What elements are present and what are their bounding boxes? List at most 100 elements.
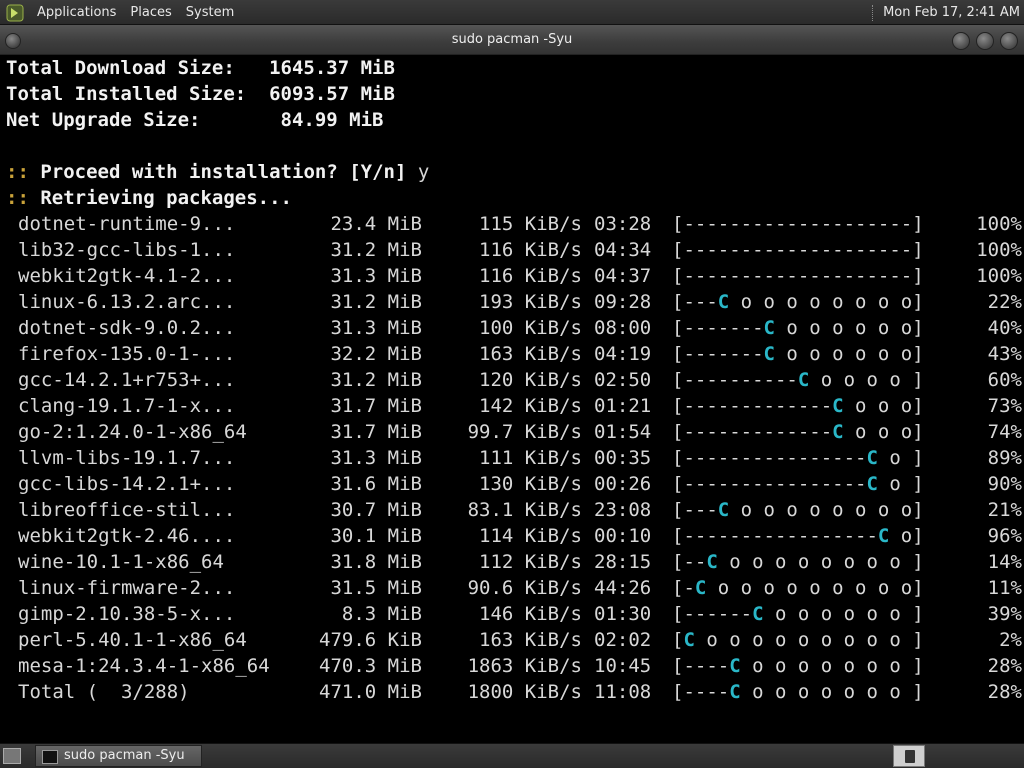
- package-size: 31.2 MiB: [330, 291, 422, 313]
- bottom-panel: sudo pacman -Syu: [0, 743, 1024, 768]
- download-speed: 90.6 KiB/s: [467, 577, 582, 599]
- package-size: 31.8 MiB: [330, 551, 422, 573]
- retrieving-text: Retrieving packages...: [40, 187, 293, 209]
- summary-line-download: Total Download Size: 1645.37 MiB: [6, 55, 1024, 81]
- package-name: firefox-135.0-1-...: [18, 343, 236, 365]
- download-row: wine-10.1-1-x86_64 31.8 MiB 112 KiB/s 28:15…: [6, 549, 1024, 575]
- clock[interactable]: Mon Feb 17, 2:41 AM: [883, 5, 1020, 20]
- terminal-icon: [42, 750, 58, 764]
- progress-bar: [----------------C o ]: [672, 447, 924, 469]
- package-name: mesa-1:24.3.4-1-x86_64: [18, 655, 270, 677]
- download-list: dotnet-runtime-9... 23.4 MiB 115 KiB/s 03:2…: [6, 211, 1024, 705]
- download-eta: 23:08: [594, 499, 652, 521]
- summary-line-net: Net Upgrade Size: 84.99 MiB: [6, 107, 1024, 133]
- download-row: llvm-libs-19.1.7... 31.3 MiB 111 KiB/s 00:3…: [6, 445, 1024, 471]
- package-size: 30.1 MiB: [330, 525, 422, 547]
- download-speed: 120 KiB/s: [479, 369, 582, 391]
- trash-icon[interactable]: [893, 745, 925, 767]
- download-eta: 04:34: [594, 239, 652, 261]
- download-eta: 03:28: [594, 213, 652, 235]
- download-row: linux-6.13.2.arc... 31.2 MiB 193 KiB/s 09:2…: [6, 289, 1024, 315]
- download-row: go-2:1.24.0-1-x86_64 31.7 MiB 99.7 KiB/s 01…: [6, 419, 1024, 445]
- progress-percent: 100%: [976, 213, 1022, 235]
- progress-percent: 22%: [987, 291, 1022, 313]
- progress-bar: [----------C o o o o ]: [672, 369, 924, 391]
- download-speed: 116 KiB/s: [479, 239, 582, 261]
- download-eta: 01:21: [594, 395, 652, 417]
- download-speed: 130 KiB/s: [479, 473, 582, 495]
- package-name: lib32-gcc-libs-1...: [18, 239, 236, 261]
- window-title: sudo pacman -Syu: [451, 32, 573, 47]
- package-name: go-2:1.24.0-1-x86_64: [18, 421, 247, 443]
- package-name: linux-6.13.2.arc...: [18, 291, 236, 313]
- summary-label: Net Upgrade Size:: [6, 109, 201, 131]
- progress-percent: 43%: [987, 343, 1022, 365]
- download-row: webkit2gtk-2.46.... 30.1 MiB 114 KiB/s 00:1…: [6, 523, 1024, 549]
- progress-percent: 2%: [999, 629, 1022, 651]
- package-size: 31.7 MiB: [330, 395, 422, 417]
- download-eta: 04:37: [594, 265, 652, 287]
- download-row: clang-19.1.7-1-x... 31.7 MiB 142 KiB/s 01:2…: [6, 393, 1024, 419]
- download-speed: 163 KiB/s: [479, 629, 582, 651]
- download-speed: 100 KiB/s: [479, 317, 582, 339]
- package-size: 31.7 MiB: [330, 421, 422, 443]
- package-name: webkit2gtk-4.1-2...: [18, 265, 236, 287]
- maximize-icon[interactable]: [976, 32, 994, 50]
- window-titlebar[interactable]: sudo pacman -Syu: [0, 25, 1024, 55]
- download-speed: 193 KiB/s: [479, 291, 582, 313]
- package-name: llvm-libs-19.1.7...: [18, 447, 236, 469]
- progress-percent: 28%: [987, 681, 1022, 703]
- panel-menus: Applications Places System: [6, 0, 241, 25]
- package-name: gcc-libs-14.2.1+...: [18, 473, 236, 495]
- package-name: dotnet-sdk-9.0.2...: [18, 317, 236, 339]
- top-panel: Applications Places System Mon Feb 17, 2…: [0, 0, 1024, 25]
- package-name: perl-5.40.1-1-x86_64: [18, 629, 247, 651]
- summary-value: 6093.57 MiB: [269, 83, 395, 105]
- app-logo-icon[interactable]: [6, 4, 24, 22]
- progress-bar: [-----------------C o]: [672, 525, 924, 547]
- close-icon[interactable]: [1000, 32, 1018, 50]
- download-speed: 115 KiB/s: [479, 213, 582, 235]
- package-size: 31.3 MiB: [330, 265, 422, 287]
- proceed-answer: y: [417, 161, 430, 183]
- download-row: lib32-gcc-libs-1... 31.2 MiB 116 KiB/s 04:3…: [6, 237, 1024, 263]
- download-row: gcc-14.2.1+r753+... 31.2 MiB 120 KiB/s 02:5…: [6, 367, 1024, 393]
- progress-percent: 60%: [987, 369, 1022, 391]
- download-speed: 1800 KiB/s: [467, 681, 582, 703]
- show-desktop-icon[interactable]: [3, 748, 21, 764]
- summary-value: 84.99 MiB: [280, 109, 384, 131]
- menu-applications[interactable]: Applications: [30, 0, 123, 25]
- progress-bar: [C o o o o o o o o o ]: [672, 629, 924, 651]
- package-size: 31.5 MiB: [330, 577, 422, 599]
- menu-places[interactable]: Places: [123, 0, 178, 25]
- download-eta: 01:30: [594, 603, 652, 625]
- download-eta: 00:35: [594, 447, 652, 469]
- package-name: gimp-2.10.38-5-x...: [18, 603, 236, 625]
- package-size: 31.2 MiB: [330, 239, 422, 261]
- summary-label: Total Download Size:: [6, 57, 235, 79]
- progress-bar: [-------C o o o o o o]: [672, 317, 924, 339]
- download-speed: 116 KiB/s: [479, 265, 582, 287]
- taskbar-button[interactable]: sudo pacman -Syu: [35, 745, 202, 767]
- download-eta: 08:00: [594, 317, 652, 339]
- download-eta: 10:45: [594, 655, 652, 677]
- menu-system[interactable]: System: [179, 0, 241, 25]
- download-eta: 00:10: [594, 525, 652, 547]
- download-speed: 99.7 KiB/s: [467, 421, 582, 443]
- terminal[interactable]: Total Download Size: 1645.37 MiB Total I…: [0, 55, 1024, 743]
- progress-bar: [----------------C o ]: [672, 473, 924, 495]
- progress-bar: [----C o o o o o o o ]: [672, 681, 924, 703]
- prompt-marker: ::: [6, 161, 29, 183]
- download-eta: 02:50: [594, 369, 652, 391]
- proceed-line: :: Proceed with installation? [Y/n] y: [6, 159, 1024, 185]
- minimize-icon[interactable]: [952, 32, 970, 50]
- download-row: gimp-2.10.38-5-x... 8.3 MiB 146 KiB/s 01:30…: [6, 601, 1024, 627]
- download-row: Total ( 3/288) 471.0 MiB 1800 KiB/s 11:08 [-…: [6, 679, 1024, 705]
- download-eta: 00:26: [594, 473, 652, 495]
- progress-bar: [--------------------]: [672, 265, 924, 287]
- package-size: 31.6 MiB: [330, 473, 422, 495]
- download-eta: 02:02: [594, 629, 652, 651]
- download-eta: 44:26: [594, 577, 652, 599]
- summary-label: Total Installed Size:: [6, 83, 247, 105]
